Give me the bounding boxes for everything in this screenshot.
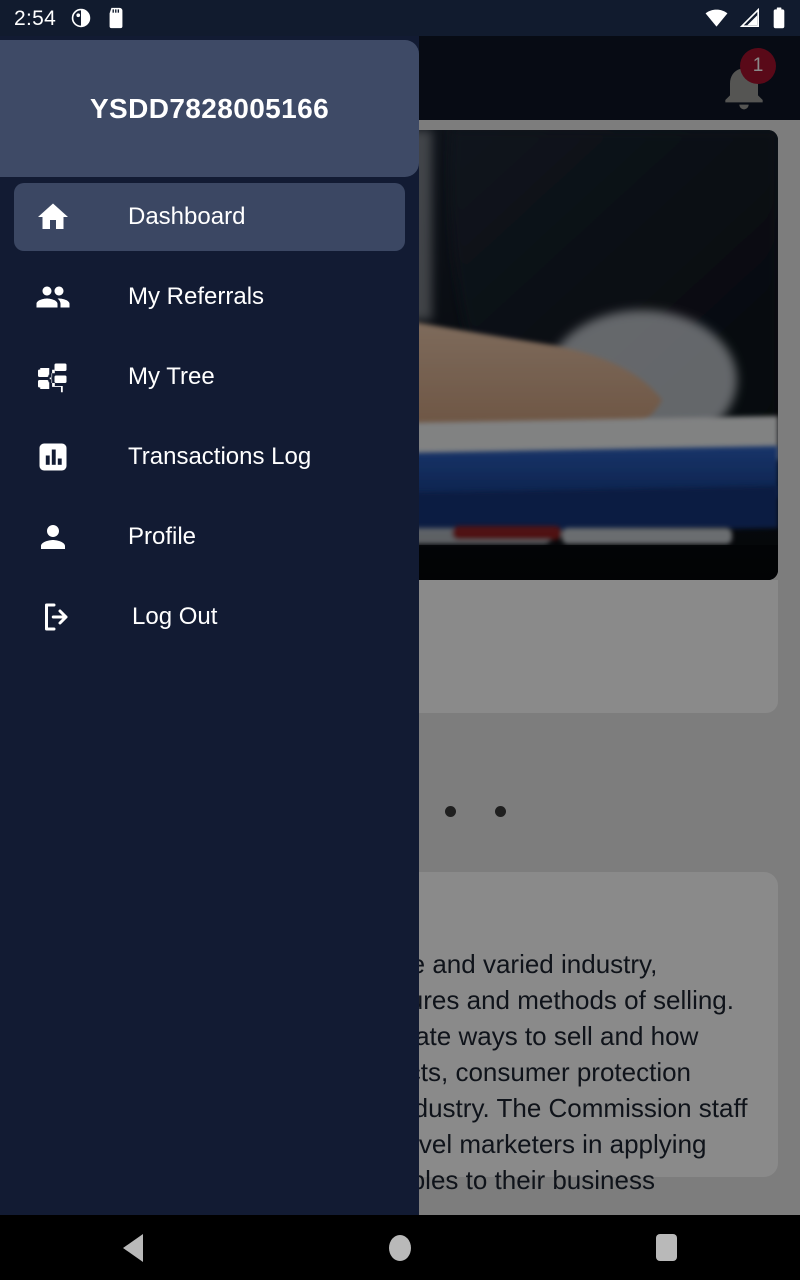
sidebar-item-transactions-log[interactable]: Transactions Log	[14, 423, 405, 491]
sidebar-item-dashboard[interactable]: Dashboard	[14, 183, 405, 251]
battery-icon	[773, 7, 785, 29]
status-bar-clock: 2:54	[14, 6, 57, 30]
sidebar-item-label: My Tree	[128, 363, 215, 390]
sidebar-item-profile[interactable]: Profile	[14, 503, 405, 571]
logout-icon	[34, 599, 80, 635]
sidebar-item-label: Log Out	[132, 603, 218, 630]
bar-chart-icon	[30, 439, 76, 475]
drawer-header: YSDD7828005166	[0, 40, 419, 177]
wifi-icon	[705, 9, 728, 27]
status-bar-right	[705, 7, 786, 29]
square-recents-icon	[656, 1234, 678, 1261]
tree-icon	[30, 359, 76, 395]
home-button[interactable]	[267, 1234, 534, 1261]
status-bar: 2:54	[0, 0, 800, 36]
sidebar-item-label: Profile	[128, 523, 197, 550]
triangle-back-icon	[123, 1233, 144, 1262]
navigation-drawer: YSDD7828005166 Dashboard My Referrals My…	[0, 36, 419, 1215]
android-nav-bar	[0, 1215, 800, 1280]
sidebar-item-label: Dashboard	[128, 203, 246, 230]
sd-card-icon	[109, 7, 123, 29]
people-icon	[30, 279, 76, 315]
phone-screen: 1 and varied industry, and methods of se…	[0, 0, 800, 1280]
sidebar-item-label: My Referrals	[128, 283, 265, 310]
home-icon	[30, 199, 76, 235]
person-icon	[30, 519, 76, 555]
sidebar-item-log-out[interactable]: Log Out	[14, 583, 405, 651]
sidebar-item-my-tree[interactable]: My Tree	[14, 343, 405, 411]
sidebar-item-label: Transactions Log	[128, 443, 312, 470]
drawer-menu: Dashboard My Referrals My Tree Transacti…	[0, 183, 419, 663]
do-not-disturb-icon	[71, 8, 91, 28]
circle-home-icon	[389, 1234, 411, 1261]
recents-button[interactable]	[533, 1234, 800, 1261]
cellular-signal-icon	[739, 8, 759, 27]
drawer-user-code: YSDD7828005166	[89, 92, 330, 124]
back-button[interactable]	[0, 1233, 267, 1262]
sidebar-item-my-referrals[interactable]: My Referrals	[14, 263, 405, 331]
status-bar-left: 2:54	[14, 7, 126, 29]
